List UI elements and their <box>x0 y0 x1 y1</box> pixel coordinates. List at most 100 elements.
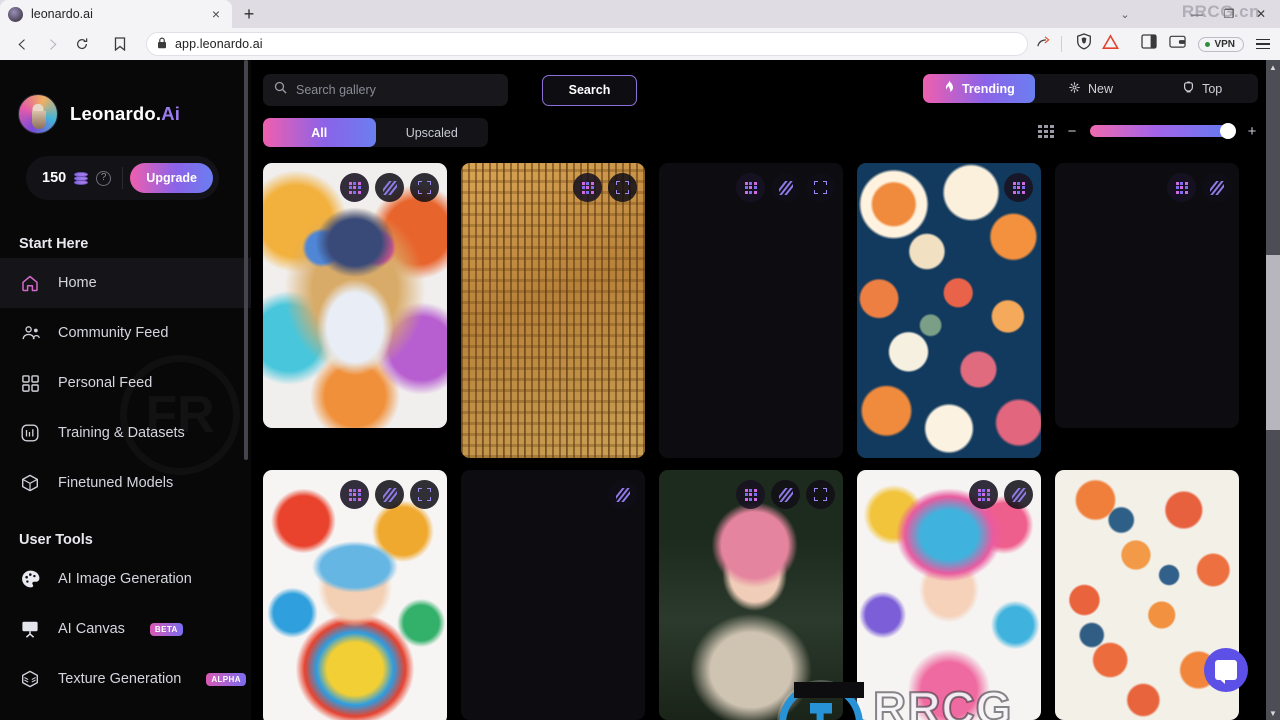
gallery-card-lion-watercolor[interactable] <box>263 163 447 428</box>
hamburger-menu-icon[interactable] <box>1256 38 1270 50</box>
grid-view-icon[interactable] <box>1038 124 1054 138</box>
page-scrollbar-thumb[interactable] <box>1266 255 1280 430</box>
help-circle-icon[interactable]: ? <box>96 170 112 186</box>
back-button[interactable] <box>8 31 36 57</box>
card-overlay-actions <box>340 480 439 509</box>
reload-button[interactable] <box>68 31 96 57</box>
home-icon <box>19 272 41 294</box>
close-window-button[interactable]: ✕ <box>1246 1 1276 27</box>
sidebar-item-home[interactable]: Home <box>0 258 251 308</box>
sidebar-scrollbar[interactable] <box>244 60 248 460</box>
filter-label: Top <box>1202 81 1223 96</box>
brand-header[interactable]: Leonardo.Ai <box>0 60 251 134</box>
tab-upscaled[interactable]: Upscaled <box>376 118 489 147</box>
lock-icon <box>157 37 167 52</box>
chat-support-button[interactable] <box>1204 648 1248 692</box>
sidebar-item-ai-image-generation[interactable]: AI Image Generation <box>0 554 251 604</box>
brave-shields-icon[interactable] <box>1076 33 1092 55</box>
wallet-icon[interactable] <box>1169 34 1187 54</box>
zoom-slider-knob[interactable] <box>1220 123 1236 139</box>
gallery-card-dark-sorceress-sheet[interactable] <box>461 470 645 720</box>
tab-all[interactable]: All <box>263 118 376 147</box>
browser-navbar: app.leonardo.ai VPN <box>0 28 1280 60</box>
scroll-down-arrow-icon[interactable]: ▼ <box>1266 706 1280 720</box>
app-sidebar: FR Leonardo.Ai 150 ? Upgrade Start Here … <box>0 60 251 720</box>
address-bar[interactable]: app.leonardo.ai <box>146 32 1029 56</box>
fullscreen-icon[interactable] <box>608 173 637 202</box>
gallery-area <box>263 163 1262 720</box>
card-overlay-actions <box>1167 173 1231 202</box>
new-tab-button[interactable]: + <box>232 0 266 28</box>
filter-label: Trending <box>961 81 1015 96</box>
gallery-card-girl-blue-glasses[interactable] <box>263 470 447 720</box>
card-overlay-actions <box>969 480 1033 509</box>
search-input[interactable] <box>296 83 497 97</box>
gallery-card-egyptian-hieroglyphs[interactable] <box>461 163 645 458</box>
variation-icon[interactable] <box>1202 173 1231 202</box>
fullscreen-icon[interactable] <box>410 480 439 509</box>
sidebar-item-texture-generation[interactable]: Texture Generation ALPHA <box>0 654 251 704</box>
palette-icon <box>19 568 41 590</box>
variation-icon[interactable] <box>375 480 404 509</box>
remix-icon[interactable] <box>1004 173 1033 202</box>
browser-tab[interactable]: leonardo.ai × <box>0 0 232 28</box>
zoom-in-button[interactable]: + <box>1246 123 1258 140</box>
remix-icon[interactable] <box>1167 173 1196 202</box>
page-scrollbar[interactable]: ▲ ▼ <box>1266 60 1280 720</box>
gallery-card-rainbow-hair-portrait[interactable] <box>857 470 1041 720</box>
gallery-card-koala-bicycle[interactable] <box>1055 163 1239 428</box>
fullscreen-icon[interactable] <box>806 173 835 202</box>
filter-trending[interactable]: Trending <box>923 74 1035 103</box>
card-overlay-actions <box>1004 173 1033 202</box>
sidebar-item-community-feed[interactable]: Community Feed <box>0 308 251 358</box>
vpn-status-dot <box>1205 41 1211 47</box>
tab-close-icon[interactable]: × <box>208 7 224 21</box>
gallery-card-pink-hair-elf[interactable] <box>659 470 843 720</box>
tab-search-chevron-icon[interactable]: ⌄ <box>1110 1 1140 27</box>
share-icon[interactable] <box>1036 34 1051 54</box>
scroll-up-arrow-icon[interactable]: ▲ <box>1266 60 1280 74</box>
vpn-badge[interactable]: VPN <box>1198 36 1244 52</box>
browser-window: leonardo.ai × + ⌄ — ❐ ✕ app.leonardo.ai … <box>0 0 1280 720</box>
sidebar-panel-icon[interactable] <box>1141 34 1158 54</box>
sidebar-item-label: Training & Datasets <box>58 425 185 441</box>
people-icon <box>19 322 41 344</box>
sidebar-section-title-user-tools: User Tools <box>19 532 93 548</box>
fullscreen-icon[interactable] <box>806 480 835 509</box>
sidebar-item-training-datasets[interactable]: Training & Datasets <box>0 408 251 458</box>
minimize-button[interactable]: — <box>1182 1 1212 27</box>
variation-icon[interactable] <box>771 480 800 509</box>
zoom-slider[interactable] <box>1090 123 1236 139</box>
sparkle-icon <box>1068 81 1081 97</box>
variation-icon[interactable] <box>608 480 637 509</box>
remix-icon[interactable] <box>736 173 765 202</box>
filter-top[interactable]: Top <box>1146 74 1258 103</box>
brave-leo-icon[interactable] <box>1102 33 1120 55</box>
remix-icon[interactable] <box>573 173 602 202</box>
extension-icons <box>1076 33 1120 55</box>
remix-icon[interactable] <box>969 480 998 509</box>
tab-strip: leonardo.ai × + ⌄ — ❐ ✕ <box>0 0 1280 28</box>
maximize-button[interactable]: ❐ <box>1214 1 1244 27</box>
omnibox-right-icons: VPN <box>1036 33 1272 55</box>
dataset-icon <box>19 422 41 444</box>
variation-icon[interactable] <box>771 173 800 202</box>
sidebar-item-personal-feed[interactable]: Personal Feed <box>0 358 251 408</box>
search-field-wrapper[interactable] <box>263 74 508 106</box>
remix-icon[interactable] <box>340 173 369 202</box>
variation-icon[interactable] <box>1004 480 1033 509</box>
zoom-out-button[interactable]: − <box>1066 123 1078 140</box>
coins-icon <box>74 171 89 185</box>
search-button[interactable]: Search <box>542 74 637 106</box>
gallery-card-blue-hair-warrior[interactable] <box>659 163 843 458</box>
variation-icon[interactable] <box>375 173 404 202</box>
filter-new[interactable]: New <box>1035 74 1147 103</box>
remix-icon[interactable] <box>340 480 369 509</box>
sidebar-item-finetuned-models[interactable]: Finetuned Models <box>0 458 251 508</box>
gallery-card-floral-pattern-dark[interactable] <box>857 163 1041 458</box>
remix-icon[interactable] <box>736 480 765 509</box>
sidebar-item-ai-canvas[interactable]: AI Canvas BETA <box>0 604 251 654</box>
upgrade-button[interactable]: Upgrade <box>130 163 213 193</box>
fullscreen-icon[interactable] <box>410 173 439 202</box>
bookmark-icon[interactable] <box>106 31 134 57</box>
